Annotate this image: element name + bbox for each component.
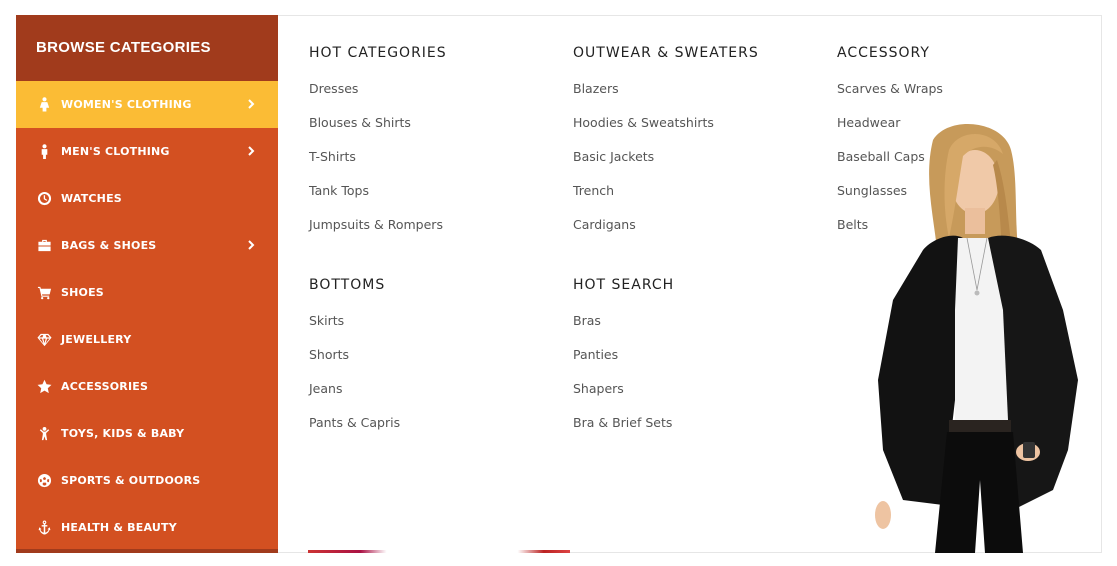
sidebar-item-health-beauty[interactable]: HEALTH & BEAUTY xyxy=(16,504,278,551)
menu-link[interactable]: Panties xyxy=(573,347,813,381)
sidebar-item-label: HEALTH & BEAUTY xyxy=(61,521,177,534)
category-list: WOMEN'S CLOTHING MEN'S CLOTHING WATCHES … xyxy=(16,81,278,551)
sidebar-item-label: WOMEN'S CLOTHING xyxy=(61,98,192,111)
menu-link[interactable]: Shorts xyxy=(309,347,549,381)
sidebar-item-label: MEN'S CLOTHING xyxy=(61,145,170,158)
sidebar-item-mens-clothing[interactable]: MEN'S CLOTHING xyxy=(16,128,278,175)
menu-column-hot-categories: HOT CATEGORIES Dresses Blouses & Shirts … xyxy=(309,45,549,251)
menu-column-title: BOTTOMS xyxy=(309,277,386,293)
sidebar-item-label: WATCHES xyxy=(61,192,122,205)
menu-link[interactable]: Shapers xyxy=(573,381,813,415)
sidebar-item-accessories[interactable]: ACCESSORIES xyxy=(16,363,278,410)
menu-link[interactable]: Blouses & Shirts xyxy=(309,115,549,149)
sidebar-item-label: SPORTS & OUTDOORS xyxy=(61,474,201,487)
sidebar-title: BROWSE CATEGORIES xyxy=(16,15,278,81)
menu-link[interactable]: Dresses xyxy=(309,81,549,115)
menu-link[interactable]: Skirts xyxy=(309,313,549,347)
sidebar-item-shoes[interactable]: SHOES xyxy=(16,269,278,316)
sidebar-item-label: SHOES xyxy=(61,286,104,299)
anchor-icon xyxy=(36,520,52,536)
sidebar-bottom-border xyxy=(16,549,278,553)
menu-link[interactable]: Cardigans xyxy=(573,217,813,251)
category-sidebar: BROWSE CATEGORIES WOMEN'S CLOTHING MEN'S… xyxy=(16,15,278,553)
menu-link[interactable]: Tank Tops xyxy=(309,183,549,217)
male-icon xyxy=(36,144,52,160)
female-icon xyxy=(36,97,52,113)
menu-link[interactable]: Basic Jackets xyxy=(573,149,813,183)
menu-link[interactable]: Bras xyxy=(573,313,813,347)
menu-link[interactable]: Jeans xyxy=(309,381,549,415)
sidebar-item-toys-kids-baby[interactable]: TOYS, KIDS & BABY xyxy=(16,410,278,457)
menu-link[interactable]: Trench xyxy=(573,183,813,217)
menu-column-title: HOT CATEGORIES xyxy=(309,45,447,61)
cart-icon xyxy=(36,285,52,301)
sidebar-item-label: TOYS, KIDS & BABY xyxy=(61,427,185,440)
menu-link[interactable]: Jumpsuits & Rompers xyxy=(309,217,549,251)
sidebar-item-sports-outdoors[interactable]: SPORTS & OUTDOORS xyxy=(16,457,278,504)
diamond-icon xyxy=(36,332,52,348)
sidebar-item-bags-shoes[interactable]: BAGS & SHOES xyxy=(16,222,278,269)
menu-link[interactable]: Bra & Brief Sets xyxy=(573,415,813,449)
menu-column-title: OUTWEAR & SWEATERS xyxy=(573,45,759,61)
menu-link[interactable]: Hoodies & Sweatshirts xyxy=(573,115,813,149)
clock-icon xyxy=(36,191,52,207)
menu-column-hot-search: HOT SEARCH Bras Panties Shapers Bra & Br… xyxy=(573,277,813,449)
sidebar-item-watches[interactable]: WATCHES xyxy=(16,175,278,222)
menu-column-title: ACCESSORY xyxy=(837,45,930,61)
chevron-right-icon xyxy=(246,97,260,111)
menu-link[interactable]: Scarves & Wraps xyxy=(837,81,1037,115)
menu-link[interactable]: T-Shirts xyxy=(309,149,549,183)
model-photo xyxy=(863,120,1093,553)
menu-link[interactable]: Pants & Capris xyxy=(309,415,549,449)
soccer-ball-icon xyxy=(36,473,52,489)
sidebar-item-label: JEWELLERY xyxy=(61,333,132,346)
sidebar-item-womens-clothing[interactable]: WOMEN'S CLOTHING xyxy=(16,81,278,128)
menu-column-bottoms: BOTTOMS Skirts Shorts Jeans Pants & Capr… xyxy=(309,277,549,449)
menu-link[interactable]: Blazers xyxy=(573,81,813,115)
chevron-right-icon xyxy=(246,144,260,158)
menu-column-title: HOT SEARCH xyxy=(573,277,675,293)
chevron-right-icon xyxy=(246,238,260,252)
image-strip-partial xyxy=(308,550,570,553)
child-icon xyxy=(36,426,52,442)
star-icon xyxy=(36,379,52,395)
sidebar-item-jewellery[interactable]: JEWELLERY xyxy=(16,316,278,363)
sidebar-item-label: ACCESSORIES xyxy=(61,380,149,393)
sidebar-item-label: BAGS & SHOES xyxy=(61,239,157,252)
menu-column-outwear-sweaters: OUTWEAR & SWEATERS Blazers Hoodies & Swe… xyxy=(573,45,813,251)
briefcase-icon xyxy=(36,238,52,254)
